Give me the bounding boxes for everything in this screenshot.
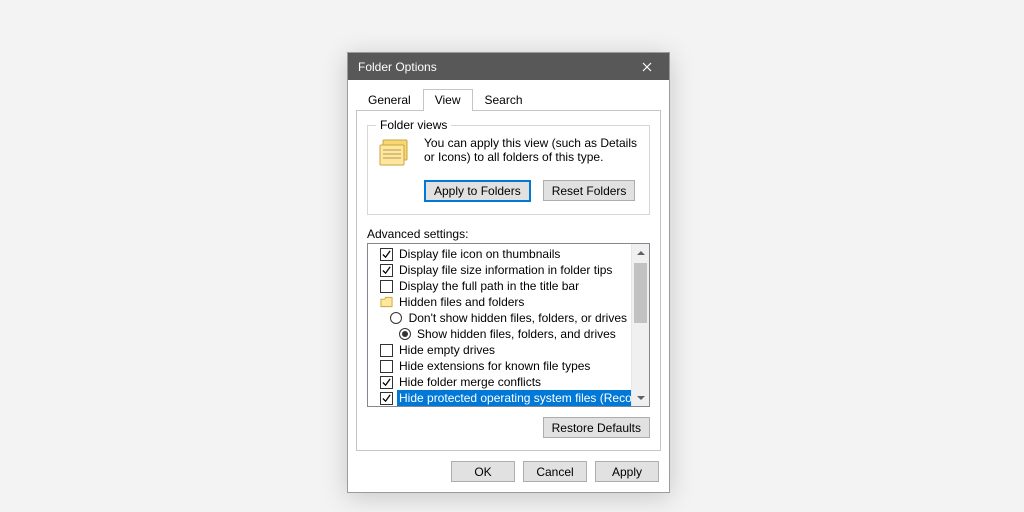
checkbox-icon[interactable]	[380, 344, 393, 357]
folder-options-dialog: Folder Options General View Search Folde…	[347, 52, 670, 493]
tree-item[interactable]: Hide protected operating system files (R…	[380, 390, 629, 406]
tree-item-label: Show hidden files, folders, and drives	[415, 326, 618, 342]
tree-item-label: Hide empty drives	[397, 342, 497, 358]
checkbox-icon[interactable]	[380, 264, 393, 277]
checkbox-icon[interactable]	[380, 392, 393, 405]
tree-item[interactable]: Don't show hidden files, folders, or dri…	[380, 310, 629, 326]
advanced-settings-list[interactable]: Display file icon on thumbnailsDisplay f…	[368, 244, 631, 406]
scroll-up-button[interactable]	[632, 244, 649, 261]
vertical-scrollbar[interactable]	[631, 244, 649, 406]
folder-icon	[380, 296, 393, 309]
tab-view[interactable]: View	[423, 89, 473, 111]
tab-page-view: Folder views You can apply this view (su…	[356, 111, 661, 451]
advanced-settings-tree: Display file icon on thumbnailsDisplay f…	[367, 243, 650, 407]
scrollbar-track[interactable]	[632, 261, 649, 389]
scroll-down-button[interactable]	[632, 389, 649, 406]
dialog-button-row: OK Cancel Apply	[356, 461, 661, 482]
folder-views-group: Folder views You can apply this view (su…	[367, 125, 650, 215]
window-title: Folder Options	[358, 60, 437, 74]
chevron-down-icon	[637, 394, 645, 402]
titlebar[interactable]: Folder Options	[348, 53, 669, 80]
tree-item-label: Hide protected operating system files (R…	[397, 390, 631, 406]
checkbox-icon[interactable]	[380, 376, 393, 389]
checkbox-icon[interactable]	[380, 360, 393, 373]
checkbox-icon[interactable]	[380, 248, 393, 261]
tab-search[interactable]: Search	[473, 89, 535, 111]
tree-item-label: Hide folder merge conflicts	[397, 374, 543, 390]
tab-strip: General View Search	[356, 88, 661, 111]
checkbox-icon[interactable]	[380, 280, 393, 293]
tree-item[interactable]: Display file size information in folder …	[380, 262, 629, 278]
radio-icon[interactable]	[398, 328, 411, 341]
ok-button[interactable]: OK	[451, 461, 515, 482]
tree-item-label: Hidden files and folders	[397, 294, 526, 310]
tree-item[interactable]: Display the full path in the title bar	[380, 278, 629, 294]
tree-item[interactable]: Hidden files and folders	[380, 294, 629, 310]
tree-item-label: Display file size information in folder …	[397, 262, 614, 278]
tree-item-label: Display file icon on thumbnails	[397, 246, 562, 262]
apply-to-folders-button[interactable]: Apply to Folders	[424, 180, 531, 202]
dialog-client-area: General View Search Folder views You can…	[348, 80, 669, 492]
reset-folders-button[interactable]: Reset Folders	[543, 180, 636, 201]
tree-item-label: Don't show hidden files, folders, or dri…	[407, 310, 629, 326]
chevron-up-icon	[637, 249, 645, 257]
apply-button[interactable]: Apply	[595, 461, 659, 482]
close-button[interactable]	[625, 53, 669, 80]
folder-stack-icon	[378, 136, 414, 170]
tree-item[interactable]: Show hidden files, folders, and drives	[380, 326, 629, 342]
folder-views-legend: Folder views	[376, 118, 451, 132]
tree-item-label: Display the full path in the title bar	[397, 278, 581, 294]
tree-item-label: Hide extensions for known file types	[397, 358, 592, 374]
tree-item[interactable]: Hide folder merge conflicts	[380, 374, 629, 390]
close-icon	[642, 62, 652, 72]
tree-item[interactable]: Hide empty drives	[380, 342, 629, 358]
advanced-settings-label: Advanced settings:	[367, 227, 650, 241]
cancel-button[interactable]: Cancel	[523, 461, 587, 482]
tab-general[interactable]: General	[356, 89, 423, 111]
tree-item[interactable]: Display file icon on thumbnails	[380, 246, 629, 262]
scrollbar-thumb[interactable]	[634, 263, 647, 323]
tree-item[interactable]: Hide extensions for known file types	[380, 358, 629, 374]
folder-views-description: You can apply this view (such as Details…	[424, 136, 639, 164]
restore-defaults-button[interactable]: Restore Defaults	[543, 417, 650, 438]
radio-icon[interactable]	[390, 312, 403, 325]
